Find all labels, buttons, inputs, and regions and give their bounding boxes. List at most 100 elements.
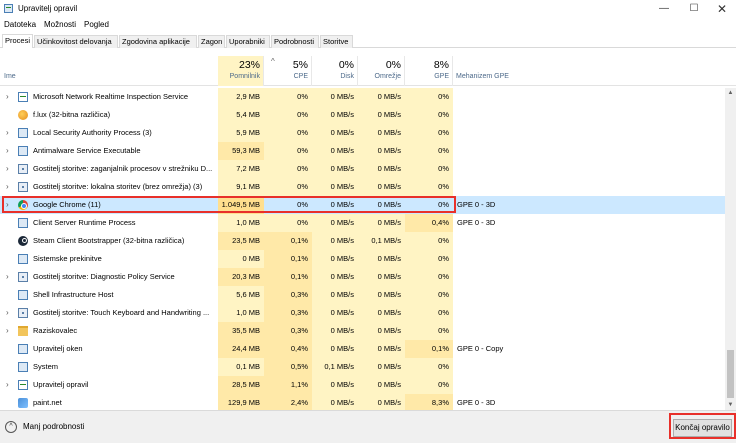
process-row[interactable]: › Raziskovalec 35,5 MB 0,3% 0 MB/s 0 MB/s 0% bbox=[0, 322, 725, 340]
column-network[interactable]: 0% Omrežje bbox=[358, 56, 405, 86]
cpu-total: 5% bbox=[292, 59, 308, 71]
expand-chevron-icon[interactable]: › bbox=[6, 322, 9, 340]
window-icon bbox=[18, 362, 28, 372]
process-row[interactable]: Client Server Runtime Process 1,0 MB 0% 0 M… bbox=[0, 214, 725, 232]
process-disk-cell: 0 MB/s bbox=[312, 340, 358, 358]
process-row[interactable]: Shell Infrastructure Host 5,6 MB 0,3% 0 MB/… bbox=[0, 286, 725, 304]
column-memory[interactable]: 23% Pomnilnik bbox=[218, 56, 264, 86]
expand-chevron-icon[interactable]: › bbox=[6, 160, 9, 178]
process-cpu-cell: 0% bbox=[264, 160, 312, 178]
process-cpu-cell: 0,1% bbox=[264, 268, 312, 286]
process-disk-cell: 0 MB/s bbox=[312, 106, 358, 124]
tab-app-history[interactable]: Zgodovina aplikacije bbox=[119, 35, 197, 48]
window-icon bbox=[18, 254, 28, 264]
process-disk-cell: 0 MB/s bbox=[312, 304, 358, 322]
process-network-cell: 0 MB/s bbox=[358, 358, 405, 376]
expand-chevron-icon[interactable]: › bbox=[6, 304, 9, 322]
window-icon bbox=[18, 344, 28, 354]
monitor-icon bbox=[18, 92, 28, 102]
expand-chevron-icon[interactable]: › bbox=[6, 268, 9, 286]
process-network-cell: 0 MB/s bbox=[358, 376, 405, 394]
minimize-button[interactable]: — bbox=[648, 0, 680, 18]
process-gpu-engine-cell bbox=[453, 250, 583, 268]
tab-details[interactable]: Podrobnosti bbox=[271, 35, 319, 48]
process-name-cell: › Gostitelj storitve: Touch Keyboard and … bbox=[0, 304, 218, 322]
column-gpu[interactable]: 8% GPE bbox=[405, 56, 453, 86]
process-disk-cell: 0 MB/s bbox=[312, 214, 358, 232]
process-name: Gostitelj storitve: lokalna storitev (br… bbox=[33, 182, 203, 191]
process-row[interactable]: › Upravitelj opravil 28,5 MB 1,1% 0 MB/s 0 MB… bbox=[0, 376, 725, 394]
tab-startup[interactable]: Zagon bbox=[198, 35, 225, 48]
process-cpu-cell: 0% bbox=[264, 142, 312, 160]
process-row[interactable]: › Gostitelj storitve: lokalna storitev (b… bbox=[0, 178, 725, 196]
process-cpu-cell: 0,5% bbox=[264, 358, 312, 376]
process-disk-cell: 0 MB/s bbox=[312, 286, 358, 304]
process-row[interactable]: › Microsoft Network Realtime Inspection S… bbox=[0, 88, 725, 106]
process-row[interactable]: Steam Client Bootstrapper (32-bitna razl… bbox=[0, 232, 725, 250]
process-cpu-cell: 0,1% bbox=[264, 250, 312, 268]
expand-chevron-icon[interactable]: › bbox=[6, 88, 9, 106]
process-memory-cell: 1,0 MB bbox=[218, 304, 264, 322]
paint-icon bbox=[18, 398, 28, 408]
process-row[interactable]: › Gostitelj storitve: Diagnostic Policy S… bbox=[0, 268, 725, 286]
process-memory-cell: 1,0 MB bbox=[218, 214, 264, 232]
process-memory-cell: 59,3 MB bbox=[218, 142, 264, 160]
process-name-cell: › Local Security Authority Process (3) bbox=[0, 124, 218, 142]
menu-options[interactable]: Možnosti bbox=[44, 20, 76, 29]
menu-file[interactable]: Datoteka bbox=[4, 20, 36, 29]
process-network-cell: 0 MB/s bbox=[358, 340, 405, 358]
process-disk-cell: 0 MB/s bbox=[312, 376, 358, 394]
process-gpu-engine-cell bbox=[453, 376, 583, 394]
scroll-thumb[interactable] bbox=[727, 350, 734, 398]
process-cpu-cell: 0% bbox=[264, 178, 312, 196]
process-name: Steam Client Bootstrapper (32-bitna razl… bbox=[33, 236, 185, 245]
scroll-down-icon[interactable]: ▼ bbox=[725, 400, 736, 410]
process-gpu-cell: 0% bbox=[405, 250, 453, 268]
tab-services[interactable]: Storitve bbox=[320, 35, 353, 48]
gpu-total: 8% bbox=[433, 59, 449, 71]
gear-icon bbox=[18, 164, 28, 174]
process-gpu-engine-cell bbox=[453, 106, 583, 124]
process-name: Antimalware Service Executable bbox=[33, 146, 141, 155]
process-name: Client Server Runtime Process bbox=[33, 218, 136, 227]
process-name-cell: System bbox=[0, 358, 218, 376]
process-network-cell: 0 MB/s bbox=[358, 304, 405, 322]
close-button[interactable]: ✕ bbox=[706, 0, 736, 18]
process-row[interactable]: › Local Security Authority Process (3) 5,9… bbox=[0, 124, 725, 142]
process-row[interactable]: › Antimalware Service Executable 59,3 MB 0%… bbox=[0, 142, 725, 160]
tab-bar: Procesi Učinkovitost delovanja Zgodovina… bbox=[0, 34, 736, 48]
process-memory-cell: 20,3 MB bbox=[218, 268, 264, 286]
task-manager-icon bbox=[4, 4, 13, 13]
process-gpu-engine-cell bbox=[453, 160, 583, 178]
process-row[interactable]: Upravitelj oken 24,4 MB 0,4% 0 MB/s 0 MB/s 0,… bbox=[0, 340, 725, 358]
tab-performance[interactable]: Učinkovitost delovanja bbox=[34, 35, 118, 48]
process-network-cell: 0 MB/s bbox=[358, 250, 405, 268]
process-row[interactable]: › Gostitelj storitve: zaganjalnik proceso… bbox=[0, 160, 725, 178]
vertical-scrollbar[interactable]: ▲ ▼ bbox=[725, 88, 736, 410]
expand-chevron-icon[interactable]: › bbox=[6, 142, 9, 160]
expand-chevron-icon[interactable]: › bbox=[6, 376, 9, 394]
column-gpu-engine[interactable]: Mehanizem GPE bbox=[456, 73, 509, 80]
column-disk[interactable]: 0% Disk bbox=[312, 56, 358, 86]
tab-users[interactable]: Uporabniki bbox=[226, 35, 270, 48]
process-name: Microsoft Network Realtime Inspection Se… bbox=[33, 92, 189, 101]
expand-chevron-icon[interactable]: › bbox=[6, 178, 9, 196]
column-name[interactable]: Ime bbox=[4, 73, 16, 80]
scroll-up-icon[interactable]: ▲ bbox=[725, 88, 736, 98]
process-row[interactable]: Sistemske prekinitve 0 MB 0,1% 0 MB/s 0 MB/s… bbox=[0, 250, 725, 268]
process-name-cell: › Gostitelj storitve: Diagnostic Policy S… bbox=[0, 268, 218, 286]
process-gpu-cell: 0% bbox=[405, 106, 453, 124]
column-cpu[interactable]: 5% CPE bbox=[264, 56, 312, 86]
process-name-cell: › Raziskovalec bbox=[0, 322, 218, 340]
expand-chevron-icon[interactable]: › bbox=[6, 124, 9, 142]
menu-view[interactable]: Pogled bbox=[84, 20, 109, 29]
process-gpu-engine-cell bbox=[453, 88, 583, 106]
process-disk-cell: 0 MB/s bbox=[312, 250, 358, 268]
process-row[interactable]: › Gostitelj storitve: Touch Keyboard and … bbox=[0, 304, 725, 322]
tab-processes[interactable]: Procesi bbox=[2, 34, 33, 48]
process-gpu-cell: 0% bbox=[405, 178, 453, 196]
process-gpu-engine-cell bbox=[453, 286, 583, 304]
process-disk-cell: 0 MB/s bbox=[312, 232, 358, 250]
process-row[interactable]: f.lux (32-bitna različica) 5,4 MB 0% 0 MB/s… bbox=[0, 106, 725, 124]
process-row[interactable]: System 0,1 MB 0,5% 0,1 MB/s 0 MB/s 0% bbox=[0, 358, 725, 376]
